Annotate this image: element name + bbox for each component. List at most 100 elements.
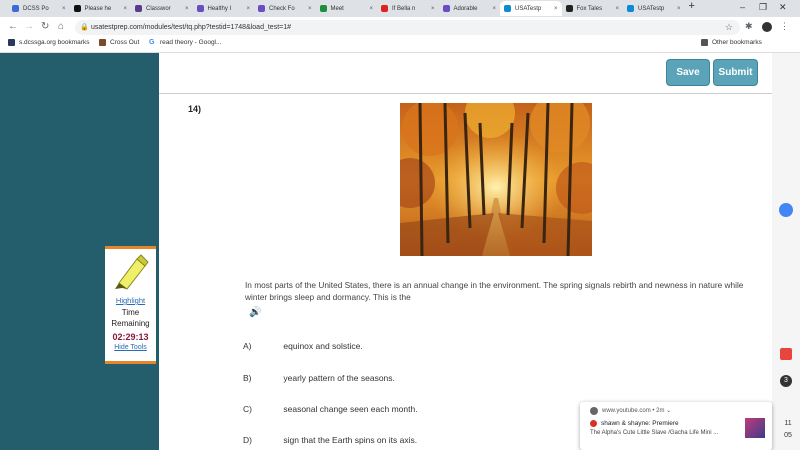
option-a-text: equinox and solstice. — [283, 341, 363, 351]
browser-tab[interactable]: Healthy I × — [193, 1, 255, 16]
tab-favicon-icon — [442, 5, 450, 12]
browser-tab[interactable]: Check Fo × — [254, 1, 316, 16]
extensions-icon[interactable]: ✱ — [745, 21, 753, 32]
timer-value: 02:29:13 — [112, 332, 149, 342]
tab-strip: DCSS Po × Please he × Classwor × Healthy I × Che… — [0, 0, 800, 17]
notification-count-badge[interactable]: 3 — [780, 375, 792, 387]
close-window-icon[interactable]: ✕ — [779, 2, 787, 13]
test-topbar: Save Submit — [159, 53, 772, 94]
tab-close-icon[interactable]: × — [492, 6, 496, 12]
url-text: usatestprep.com/modules/test/tq.php?test… — [91, 24, 292, 31]
tab-label: USATestp — [515, 5, 542, 12]
browser-tab[interactable]: DCSS Po × — [8, 1, 70, 16]
maximize-icon[interactable]: ❐ — [759, 2, 767, 13]
new-tab-button[interactable]: + — [689, 0, 695, 12]
bookmark-0-label: s.dcssga.org bookmarks — [19, 39, 90, 46]
hide-tools-link[interactable]: Hide Tools — [105, 344, 156, 351]
question-number: 14) — [188, 104, 202, 114]
speaker-icon[interactable]: 🔊 — [249, 307, 261, 318]
notification-source: www.youtube.com • 2m ⌄ — [602, 408, 672, 414]
bookmark-1-label: Cross Out — [110, 39, 140, 46]
menu-icon[interactable]: ⋮ — [780, 21, 789, 32]
tab-close-icon[interactable]: × — [677, 6, 681, 12]
option-b-text: yearly pattern of the seasons. — [283, 373, 395, 383]
browser-tab[interactable]: USATestp × — [623, 1, 685, 16]
chrome-account-icon[interactable] — [779, 203, 793, 217]
other-bookmarks[interactable]: Other bookmarks — [701, 39, 762, 46]
bookmarks-bar: s.dcssga.org bookmarks Cross Out G read … — [0, 37, 800, 53]
tab-favicon-icon — [12, 5, 19, 12]
clock-minute: 05 — [784, 432, 792, 439]
option-a-letter: A) — [243, 341, 252, 351]
browser-tab[interactable]: Please he × — [70, 1, 132, 16]
notification-thumbnail — [745, 418, 765, 438]
youtube-notification[interactable]: www.youtube.com • 2m ⌄ shawn & shayne: P… — [580, 402, 772, 450]
tab-favicon-icon — [319, 5, 327, 12]
right-rail: 3 — [772, 53, 800, 450]
option-b[interactable]: B) yearly pattern of the seasons. — [243, 373, 395, 383]
tab-close-icon[interactable]: × — [123, 6, 127, 12]
test-main: Save Submit 14) In most parts of the Uni… — [159, 53, 772, 450]
tab-close-icon[interactable]: × — [62, 6, 66, 12]
tab-favicon-icon — [258, 5, 265, 12]
other-bookmarks-label: Other bookmarks — [712, 39, 762, 46]
bookmark-0[interactable]: s.dcssga.org bookmarks — [8, 39, 89, 46]
bookmark-1[interactable]: Cross Out — [99, 39, 139, 46]
bookmark-star-icon[interactable]: ☆ — [725, 22, 733, 33]
tab-label: If Bella n — [392, 5, 416, 12]
profile-avatar[interactable] — [762, 22, 772, 32]
app-icon[interactable] — [780, 348, 792, 360]
bookmark-0-icon — [8, 39, 15, 46]
notification-title: shawn & shayne: Premiere — [590, 420, 679, 427]
tab-close-icon[interactable]: × — [369, 6, 373, 12]
tab-favicon-icon — [381, 5, 388, 12]
forward-arrow-icon[interactable]: → — [24, 21, 34, 32]
highlighter-icon[interactable] — [113, 253, 149, 291]
tab-label: Meet — [330, 5, 344, 12]
browser-tab[interactable]: If Bella n × — [377, 1, 439, 16]
tab-favicon-icon — [135, 5, 142, 12]
bookmark-1-icon — [99, 39, 106, 46]
tab-close-icon[interactable]: × — [615, 6, 619, 12]
tab-favicon-icon — [196, 5, 204, 12]
option-d[interactable]: D) sign that the Earth spins on its axis… — [243, 435, 417, 445]
highlight-link[interactable]: Highlight — [105, 296, 156, 305]
lock-icon: 🔒 — [80, 24, 89, 31]
google-icon: G — [149, 39, 156, 46]
option-a[interactable]: A) equinox and solstice. — [243, 341, 363, 351]
tools-panel: Highlight Time Remaining 02:29:13 Hide T… — [105, 246, 156, 364]
browser-tab[interactable]: Classwor × — [131, 1, 193, 16]
bookmark-2[interactable]: G read theory - Googl... — [149, 39, 221, 46]
question-text: In most parts of the United States, ther… — [245, 280, 744, 302]
tab-favicon-icon — [565, 5, 573, 12]
tab-label: Adorable — [453, 5, 478, 12]
home-icon[interactable]: ⌂ — [58, 21, 64, 32]
option-c[interactable]: C) seasonal change seen each month. — [243, 404, 418, 414]
tab-close-icon[interactable]: × — [246, 6, 250, 12]
browser-tab[interactable]: USATestp × — [500, 1, 562, 16]
option-d-letter: D) — [243, 435, 252, 445]
browser-tab[interactable]: Adorable × — [439, 1, 501, 16]
tab-close-icon[interactable]: × — [308, 6, 312, 12]
save-button[interactable]: Save — [667, 60, 709, 85]
tab-close-icon[interactable]: × — [431, 6, 435, 12]
browser-tab[interactable]: Meet × — [316, 1, 378, 16]
tab-close-icon[interactable]: × — [554, 6, 558, 12]
browser-tab[interactable]: Fox Tales × — [562, 1, 624, 16]
tab-label: Healthy I — [207, 5, 232, 12]
chrome-icon — [590, 407, 598, 415]
notification-body: The Alpha's Cute Little Slave /Gacha Lif… — [590, 430, 719, 436]
tab-label: Fox Tales — [576, 5, 603, 12]
address-bar[interactable]: 🔒 usatestprep.com/modules/test/tq.php?te… — [75, 20, 740, 35]
back-arrow-icon[interactable]: ← — [8, 21, 18, 32]
tab-close-icon[interactable]: × — [185, 6, 189, 12]
autumn-forest-image — [400, 103, 592, 256]
browser-toolbar: ← → ↻ ⌂ 🔒 usatestprep.com/modules/test/t… — [0, 17, 800, 37]
minimize-icon[interactable]: – — [740, 2, 745, 12]
tab-favicon-icon — [627, 5, 634, 12]
option-b-letter: B) — [243, 373, 252, 383]
tab-favicon-icon — [73, 5, 81, 12]
submit-button[interactable]: Submit — [714, 60, 757, 85]
reload-icon[interactable]: ↻ — [41, 21, 49, 32]
option-c-text: seasonal change seen each month. — [283, 404, 418, 414]
